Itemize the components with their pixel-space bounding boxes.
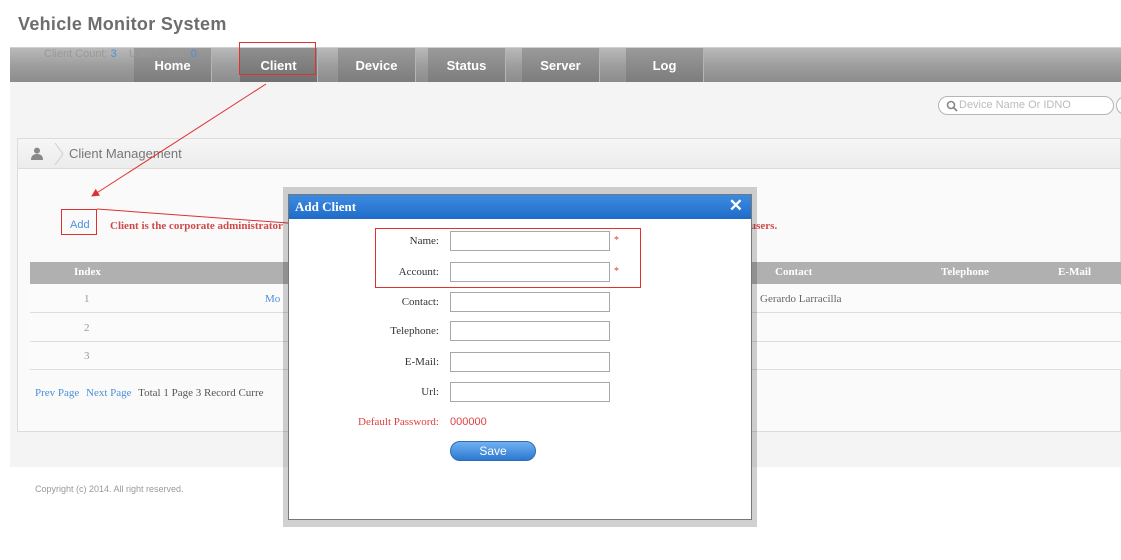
breadcrumb-separator [54, 143, 64, 165]
client-counts: Client Count: 3 User Count: 0 [44, 48, 197, 60]
panel-title: Client Management [69, 146, 182, 161]
name-required-mark: * [614, 235, 619, 246]
add-client-dialog: Add Client ✕ Name: * Account: * Contact:… [288, 194, 752, 520]
client-count-label: Client Count: [44, 48, 108, 60]
name-field[interactable] [450, 231, 610, 251]
client-annotation-box [239, 42, 316, 75]
user-icon [31, 147, 43, 160]
header-contact: Contact [775, 266, 813, 278]
row-index: 2 [84, 322, 90, 334]
contact-field[interactable] [450, 292, 610, 312]
account-label: Account: [398, 266, 439, 278]
email-field[interactable] [450, 352, 610, 372]
client-count-value: 3 [110, 48, 117, 60]
dialog-title-text: Add Client [295, 199, 357, 214]
copyright: Copyright (c) 2014. All right reserved. [35, 484, 184, 494]
url-field[interactable] [450, 382, 610, 402]
row-name[interactable]: Mo [265, 293, 280, 305]
nav-log[interactable]: Log [626, 48, 704, 83]
save-button[interactable]: Save [450, 441, 536, 461]
header-telephone: Telephone [941, 266, 989, 278]
pagination: Prev Page Next Page Total 1 Page 3 Recor… [35, 387, 264, 399]
telephone-field[interactable] [450, 321, 610, 341]
add-annotation-box [61, 209, 97, 235]
search-input[interactable]: Device Name Or IDNO [938, 96, 1114, 115]
row-index: 1 [84, 293, 90, 305]
user-count-label: User Count: [129, 48, 188, 60]
header-index: Index [74, 266, 101, 278]
search-icon[interactable] [946, 100, 958, 112]
client-note: Client is the corporate administrator [110, 220, 283, 232]
email-label: E-Mail: [404, 356, 439, 368]
nav-device[interactable]: Device [338, 48, 416, 83]
app-title: Vehicle Monitor System [18, 14, 227, 34]
pager-summary: Total 1 Page 3 Record Curre [138, 387, 264, 399]
close-icon[interactable]: ✕ [729, 196, 743, 216]
nav-server[interactable]: Server [522, 48, 600, 83]
panel-header: Client Management [18, 139, 1120, 169]
nav-status[interactable]: Status [428, 48, 506, 83]
user-count-value: 0 [190, 48, 197, 60]
account-required-mark: * [614, 266, 619, 277]
name-label: Name: [409, 235, 439, 247]
header-email: E-Mail [1058, 266, 1091, 278]
dialog-title: Add Client ✕ [289, 195, 751, 219]
telephone-label: Telephone: [390, 325, 439, 337]
next-page-link[interactable]: Next Page [86, 387, 132, 399]
url-label: Url: [421, 386, 439, 398]
row-index: 3 [84, 350, 90, 362]
row-contact: Gerardo Larracilla [760, 293, 842, 305]
prev-page-link[interactable]: Prev Page [35, 387, 79, 399]
default-password-label: Default Password: [358, 416, 439, 428]
account-field[interactable] [450, 262, 610, 282]
contact-label: Contact: [401, 296, 439, 308]
default-password-value: 000000 [450, 416, 487, 428]
